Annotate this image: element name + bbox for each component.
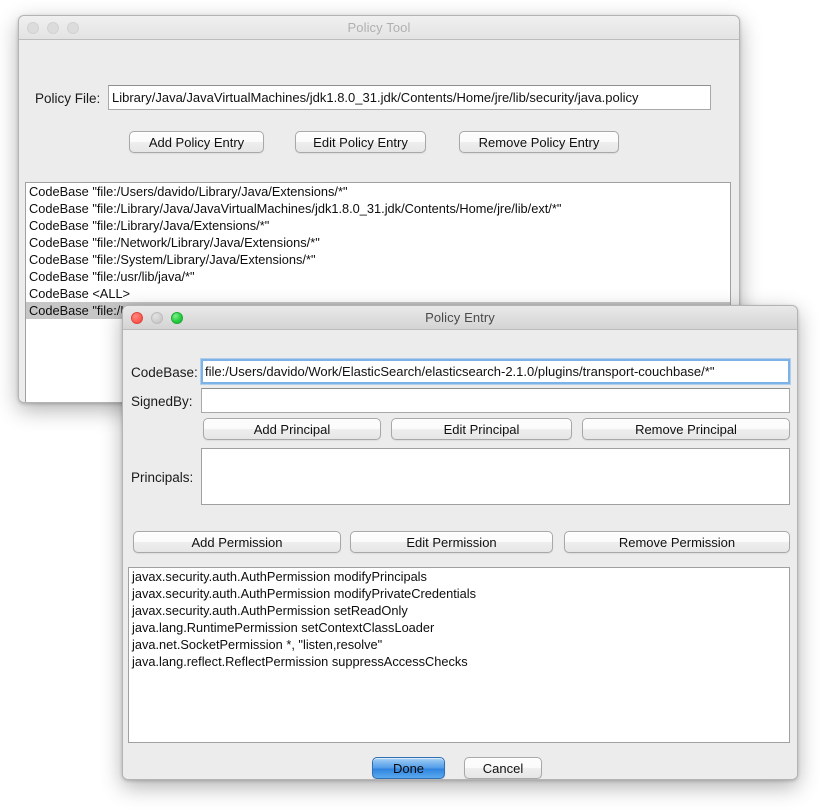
cancel-button[interactable]: Cancel bbox=[464, 757, 542, 779]
add-principal-button[interactable]: Add Principal bbox=[203, 418, 381, 440]
principals-label: Principals: bbox=[131, 470, 194, 485]
remove-principal-button[interactable]: Remove Principal bbox=[582, 418, 790, 440]
policy-entry-row[interactable]: CodeBase "file:/System/Library/Java/Exte… bbox=[26, 251, 730, 268]
permission-row[interactable]: java.lang.RuntimePermission setContextCl… bbox=[129, 619, 789, 636]
signedby-label: SignedBy: bbox=[131, 394, 193, 409]
remove-policy-entry-button[interactable]: Remove Policy Entry bbox=[459, 131, 619, 153]
permission-row[interactable]: javax.security.auth.AuthPermission modif… bbox=[129, 568, 789, 585]
edit-principal-button[interactable]: Edit Principal bbox=[391, 418, 572, 440]
signedby-input[interactable] bbox=[201, 388, 790, 413]
policy-file-label: Policy File: bbox=[35, 91, 101, 106]
codebase-label: CodeBase: bbox=[131, 365, 198, 380]
policy-entry-titlebar[interactable]: Policy Entry bbox=[123, 306, 797, 330]
policy-entry-row[interactable]: CodeBase "file:/Users/davido/Library/Jav… bbox=[26, 183, 730, 200]
policy-entry-row[interactable]: CodeBase "file:/Library/Java/JavaVirtual… bbox=[26, 200, 730, 217]
policy-entry-title: Policy Entry bbox=[425, 310, 495, 325]
add-policy-entry-button[interactable]: Add Policy Entry bbox=[129, 131, 264, 153]
permissions-list[interactable]: javax.security.auth.AuthPermission modif… bbox=[128, 567, 790, 743]
done-button[interactable]: Done bbox=[372, 757, 445, 779]
policy-tool-titlebar[interactable]: Policy Tool bbox=[19, 16, 739, 40]
policy-entry-row[interactable]: CodeBase "file:/Library/Java/Extensions/… bbox=[26, 217, 730, 234]
edit-policy-entry-button[interactable]: Edit Policy Entry bbox=[295, 131, 426, 153]
policy-file-value: Library/Java/JavaVirtualMachines/jdk1.8.… bbox=[112, 90, 639, 105]
permission-row[interactable]: javax.security.auth.AuthPermission setRe… bbox=[129, 602, 789, 619]
permission-row[interactable]: javax.security.auth.AuthPermission modif… bbox=[129, 585, 789, 602]
policy-entry-dialog[interactable]: Policy Entry CodeBase: file:/Users/david… bbox=[122, 305, 798, 780]
screen: Policy Tool Policy File: Library/Java/Ja… bbox=[0, 0, 827, 811]
codebase-value: file:/Users/davido/Work/ElasticSearch/el… bbox=[205, 364, 715, 379]
principals-list[interactable] bbox=[201, 448, 790, 505]
policy-entry-row[interactable]: CodeBase "file:/usr/lib/java/*" bbox=[26, 268, 730, 285]
add-permission-button[interactable]: Add Permission bbox=[133, 531, 341, 553]
remove-permission-button[interactable]: Remove Permission bbox=[564, 531, 790, 553]
codebase-input[interactable]: file:/Users/davido/Work/ElasticSearch/el… bbox=[201, 359, 790, 384]
policy-entry-body: CodeBase: file:/Users/davido/Work/Elasti… bbox=[123, 330, 797, 779]
edit-permission-button[interactable]: Edit Permission bbox=[350, 531, 553, 553]
permission-row[interactable]: java.net.SocketPermission *, "listen,res… bbox=[129, 636, 789, 653]
policy-entry-row[interactable]: CodeBase "file:/Network/Library/Java/Ext… bbox=[26, 234, 730, 251]
policy-file-input[interactable]: Library/Java/JavaVirtualMachines/jdk1.8.… bbox=[108, 85, 711, 110]
policy-entry-row[interactable]: CodeBase <ALL> bbox=[26, 285, 730, 302]
permission-row[interactable]: java.lang.reflect.ReflectPermission supp… bbox=[129, 653, 789, 670]
policy-tool-title: Policy Tool bbox=[347, 20, 411, 35]
